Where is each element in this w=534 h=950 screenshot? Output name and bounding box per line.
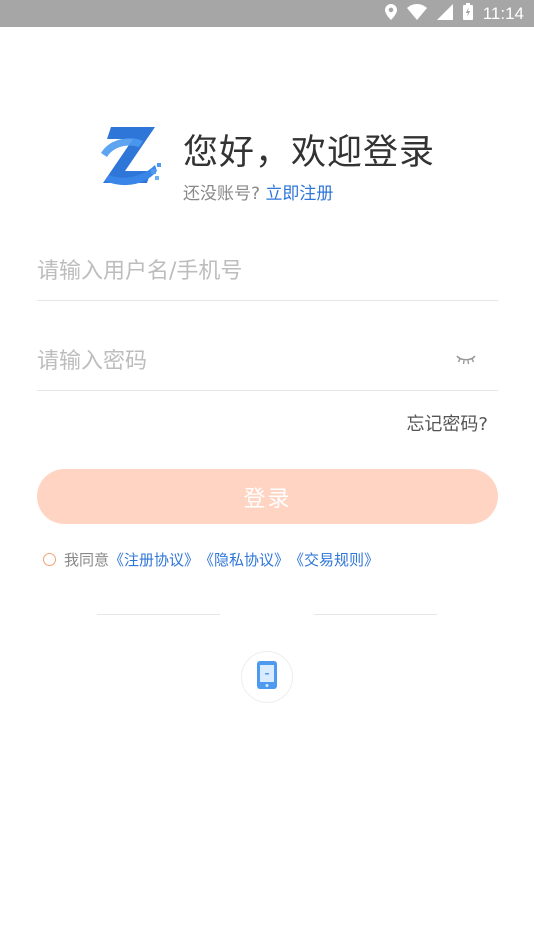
agree-prefix: 我同意 <box>64 551 110 569</box>
password-field[interactable]: 请输入密码 <box>37 328 498 391</box>
app-logo <box>99 123 163 193</box>
battery-icon <box>462 3 473 24</box>
agreement-row: 我同意 《注册协议》 《隐私协议》 《交易规则》 <box>43 549 379 570</box>
forgot-password-link[interactable]: 忘记密码? <box>406 410 488 436</box>
register-link[interactable]: 立即注册 <box>265 184 333 204</box>
no-account-text: 还没账号? <box>183 184 261 204</box>
divider-right <box>314 614 437 615</box>
location-icon <box>384 3 397 24</box>
trading-rules-link[interactable]: 《交易规则》 <box>289 549 379 570</box>
register-prompt: 还没账号? 立即注册 <box>183 182 333 206</box>
phone-login-button[interactable] <box>241 651 293 703</box>
username-field[interactable]: 请输入用户名/手机号 <box>37 238 498 301</box>
eye-closed-icon[interactable] <box>456 350 476 365</box>
register-agreement-link[interactable]: 《注册协议》 <box>109 549 199 570</box>
agree-checkbox[interactable] <box>43 553 56 566</box>
welcome-title: 您好，欢迎登录 <box>183 133 436 173</box>
status-time: 11:14 <box>482 3 524 23</box>
phone-icon <box>256 660 278 694</box>
status-bar: 11:14 <box>0 0 534 27</box>
divider-left <box>97 614 220 615</box>
login-button[interactable]: 登录 <box>37 469 498 524</box>
privacy-agreement-link[interactable]: 《隐私协议》 <box>199 549 289 570</box>
wifi-icon <box>406 3 427 24</box>
signal-icon <box>436 3 453 24</box>
username-placeholder: 请输入用户名/手机号 <box>37 259 243 284</box>
password-placeholder: 请输入密码 <box>37 349 148 374</box>
